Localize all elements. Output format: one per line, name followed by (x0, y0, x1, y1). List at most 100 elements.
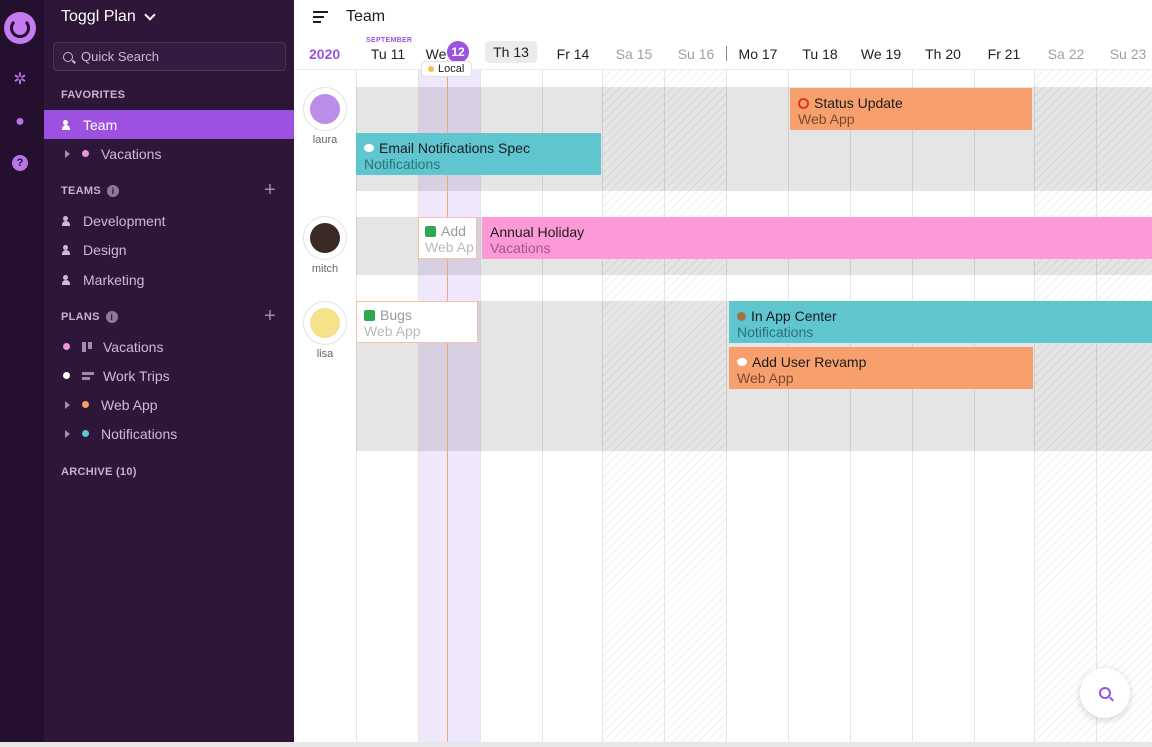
add-plan-button[interactable]: + (262, 309, 278, 325)
color-dot (63, 372, 70, 379)
user-column: laura mitch lisa + (294, 70, 356, 742)
task-add[interactable]: Add Web Ap (418, 217, 477, 259)
app-name: Toggl Plan (61, 8, 136, 26)
teams-heading: TEAMSi (61, 185, 119, 197)
comment-icon (364, 144, 374, 152)
chevron-down-icon (144, 9, 155, 20)
checkbox-icon (425, 226, 436, 237)
sidebar-item-vacations-fav[interactable]: Vacations (44, 139, 294, 168)
sidebar-item-marketing[interactable]: Marketing (44, 265, 294, 294)
avatar-icon (737, 312, 746, 321)
app-window: ✲ ● ? Toggl Plan FAVORITES Team Vacation… (0, 0, 1152, 747)
quick-search[interactable] (53, 42, 286, 71)
team-icon (62, 245, 74, 255)
main-panel: Team 2020 SEPTEMBER Tu 11 We Th 13 Fr 14… (294, 0, 1152, 742)
task-title: Annual Holiday (490, 224, 584, 240)
task-bugs[interactable]: Bugs Web App (356, 301, 478, 343)
task-add-user-revamp[interactable]: Add User Revamp Web App (729, 347, 1033, 389)
day-label: Su 23 (1110, 46, 1147, 62)
header: Team (294, 0, 1152, 36)
user-laura[interactable]: laura (294, 87, 356, 146)
task-title: Bugs (380, 307, 412, 323)
sidebar-item-label: Development (83, 213, 166, 229)
sidebar: Toggl Plan FAVORITES Team Vacations TEAM… (44, 0, 294, 742)
task-status-update[interactable]: Status Update Web App (790, 88, 1032, 130)
icon-rail: ✲ ● ? (0, 0, 44, 742)
info-icon[interactable]: i (107, 185, 119, 197)
task-title: In App Center (751, 308, 837, 324)
archive-link[interactable]: ARCHIVE (10) (61, 466, 137, 478)
blocked-icon (798, 98, 809, 109)
user-mitch[interactable]: mitch (294, 216, 356, 275)
plans-heading: PLANSi (61, 311, 118, 323)
day-label: Tu 11 (371, 46, 405, 62)
sidebar-item-web-app[interactable]: Web App (44, 390, 294, 419)
search-input[interactable] (81, 49, 271, 64)
sidebar-item-work-trips[interactable]: Work Trips (44, 361, 294, 390)
day-label: We (426, 46, 447, 62)
day-label: Tu 18 (802, 46, 837, 62)
workspace-switcher[interactable]: Toggl Plan (61, 8, 154, 26)
task-subtitle: Web App (737, 370, 1025, 387)
board-icon (82, 342, 94, 352)
color-dot (82, 150, 89, 157)
sidebar-item-notifications[interactable]: Notifications (44, 419, 294, 448)
sidebar-item-label: Work Trips (103, 368, 170, 384)
sidebar-item-label: Marketing (83, 272, 144, 288)
info-icon[interactable]: i (106, 311, 118, 323)
user-name: mitch (294, 263, 356, 275)
local-time-label: Local (421, 61, 472, 77)
day-label: Th 13 (485, 41, 537, 63)
toggl-logo-icon[interactable] (4, 12, 36, 44)
team-icon (62, 275, 74, 285)
task-subtitle: Web App (798, 111, 1024, 128)
task-in-app-center[interactable]: In App Center Notifications (729, 301, 1152, 343)
task-title: Add User Revamp (752, 354, 866, 370)
avatar[interactable] (303, 216, 347, 260)
day-label: Mo 17 (739, 46, 778, 62)
sidebar-item-team[interactable]: Team (44, 110, 294, 139)
sidebar-item-label: Vacations (101, 146, 161, 162)
color-dot (82, 430, 89, 437)
task-subtitle: Vacations (490, 240, 1144, 257)
day-label: Th 20 (925, 46, 961, 62)
task-annual-holiday[interactable]: Annual Holiday Vacations (482, 217, 1152, 259)
favorites-heading: FAVORITES (61, 89, 125, 101)
task-email-notifications-spec[interactable]: Email Notifications Spec Notifications (356, 133, 601, 175)
expand-caret-icon[interactable] (65, 430, 70, 438)
team-icon (62, 216, 74, 226)
sidebar-item-vacations-plan[interactable]: Vacations (44, 332, 294, 361)
expand-caret-icon[interactable] (65, 150, 70, 158)
menu-icon[interactable] (313, 11, 328, 23)
expand-caret-icon[interactable] (65, 401, 70, 409)
gear-icon[interactable]: ✲ (11, 71, 29, 89)
user-lisa[interactable]: lisa (294, 301, 356, 360)
users-icon[interactable]: ● (11, 113, 29, 131)
avatar[interactable] (303, 301, 347, 345)
zoom-button[interactable] (1080, 668, 1130, 718)
task-title: Add (441, 223, 466, 239)
sidebar-item-label: Vacations (103, 339, 163, 355)
user-name: lisa (294, 348, 356, 360)
week-separator (726, 46, 727, 61)
day-label: We 19 (861, 46, 901, 62)
team-icon (62, 120, 74, 130)
avatar[interactable] (303, 87, 347, 131)
sidebar-item-label: Web App (101, 397, 158, 413)
help-icon[interactable]: ? (12, 155, 28, 171)
sidebar-item-design[interactable]: Design (44, 235, 294, 264)
year-label: 2020 (309, 46, 340, 62)
sidebar-item-label: Design (83, 242, 127, 258)
day-label: Fr 14 (557, 46, 590, 62)
day-label: Su 16 (678, 46, 715, 62)
day-label: Fr 21 (988, 46, 1021, 62)
sidebar-item-label: Notifications (101, 426, 177, 442)
day-label: Sa 15 (616, 46, 653, 62)
checkbox-icon (364, 310, 375, 321)
sidebar-item-development[interactable]: Development (44, 206, 294, 235)
color-dot (82, 401, 89, 408)
task-subtitle: Web Ap (425, 239, 470, 256)
comment-icon (737, 358, 747, 366)
add-team-button[interactable]: + (262, 183, 278, 199)
task-title: Email Notifications Spec (379, 140, 530, 156)
